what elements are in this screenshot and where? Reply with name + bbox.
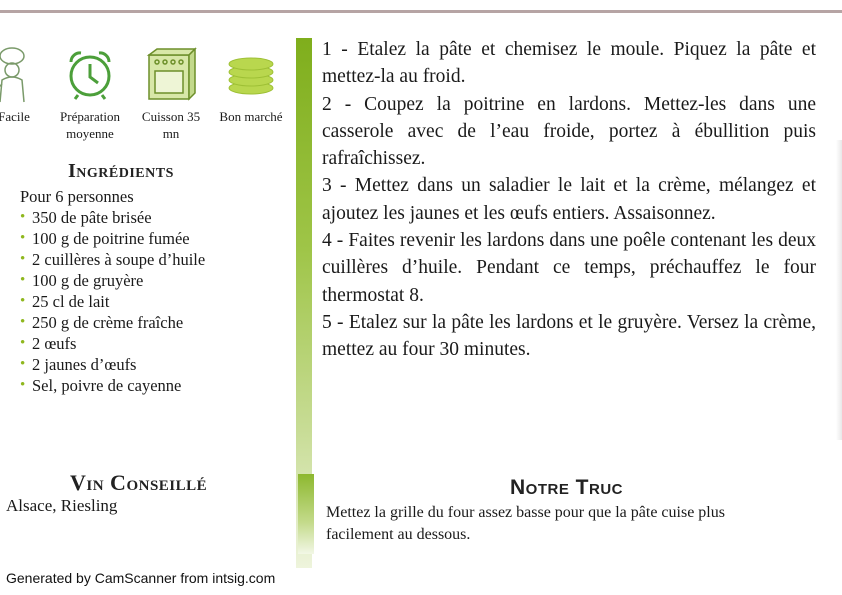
wine-title: Vin Conseillé: [70, 470, 208, 495]
scanner-watermark: Generated by CamScanner from intsig.com: [6, 570, 276, 586]
step-2: 2 - Coupez la poitrine en lardons. Mette…: [322, 93, 816, 170]
oven-icon: [146, 47, 197, 101]
list-item: 250 g de crème fraîche: [20, 312, 205, 333]
step-5: 5 - Etalez sur la pâte les lardons et le…: [322, 311, 816, 361]
servings: Pour 6 personnes: [20, 187, 134, 206]
cost-indicator: Bon marché: [208, 40, 294, 125]
list-item: 100 g de gruyère: [20, 270, 205, 291]
tip-text: Mettez la grille du four assez basse pou…: [326, 504, 725, 543]
cost-label: Bon marché: [219, 109, 283, 124]
list-item: 2 œufs: [20, 333, 205, 354]
difficulty-label: Facile: [0, 109, 30, 124]
cooking-label: Cuisson 35 mn: [141, 109, 201, 141]
recipe-steps: 1 - Etalez la pâte et chemisez le moule.…: [322, 36, 816, 364]
ingredients-list: Pour 6 personnes 350 de pâte brisée 100 …: [20, 186, 205, 396]
preparation-indicator: Préparation moyenne: [50, 40, 130, 142]
list-item: 2 cuillères à soupe d’huile: [20, 249, 205, 270]
wine-text: Alsace, Riesling: [6, 496, 118, 515]
top-rule: [0, 10, 842, 13]
chef-icon: [0, 47, 25, 103]
step-4: 4 - Faites revenir les lardons dans une …: [322, 230, 816, 306]
list-item: 25 cl de lait: [20, 291, 205, 312]
step-3: 3 - Mettez dans un saladier le lait et l…: [322, 175, 816, 224]
ingredients-title: Ingrédients: [68, 160, 174, 182]
list-item: 2 jaunes d’œufs: [20, 354, 205, 375]
tip-title: Notre Truc: [510, 476, 623, 499]
list-item: 350 de pâte brisée: [20, 207, 205, 228]
page-edge-shadow: [836, 140, 842, 440]
step-1: 1 - Etalez la pâte et chemisez le moule.…: [322, 39, 816, 88]
preparation-label: Préparation moyenne: [60, 109, 120, 141]
cooking-indicator: Cuisson 35 mn: [138, 40, 204, 142]
list-item: Sel, poivre de cayenne: [20, 375, 205, 396]
alarm-clock-icon: [69, 51, 111, 100]
tip-accent-bar: [298, 474, 314, 554]
coins-icon: [228, 57, 274, 95]
difficulty-indicator: Facile: [0, 40, 42, 125]
list-item: 100 g de poitrine fumée: [20, 228, 205, 249]
